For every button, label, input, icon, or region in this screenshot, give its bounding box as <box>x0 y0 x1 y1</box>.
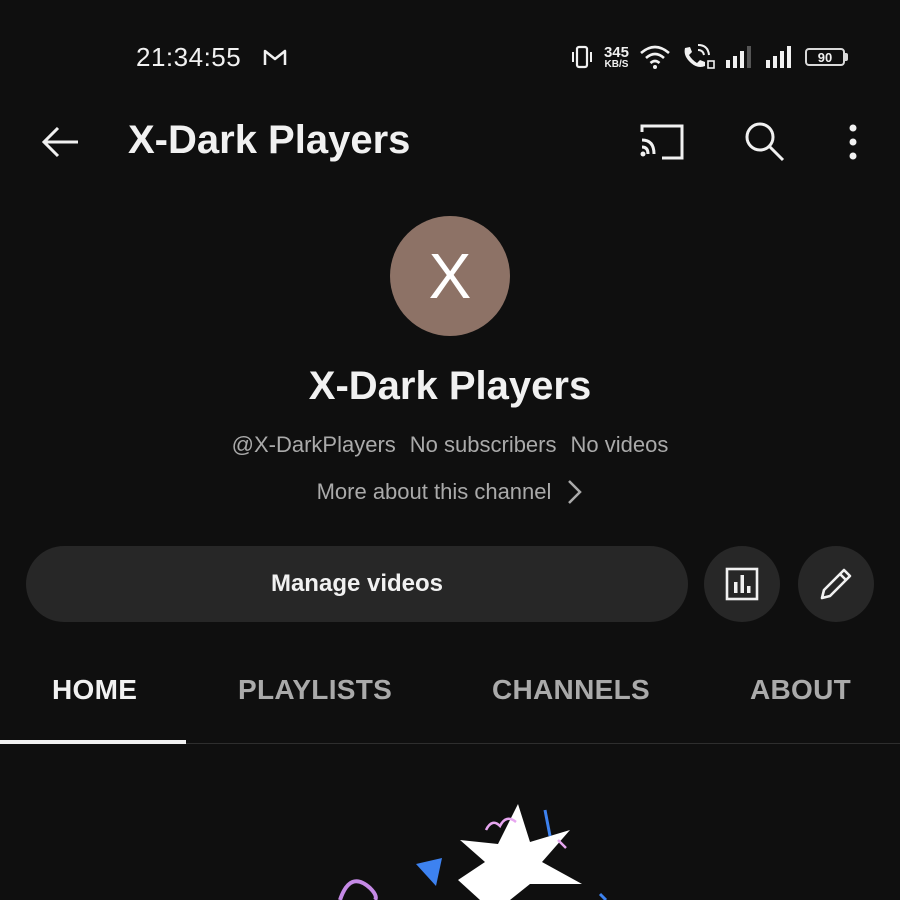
signal-icon <box>766 46 791 68</box>
video-count: No videos <box>570 432 669 457</box>
more-about-link[interactable]: More about this channel <box>0 478 900 506</box>
more-about-label: More about this channel <box>316 479 552 504</box>
gmail-icon <box>263 49 287 65</box>
wifi-calling-icon <box>684 44 715 69</box>
channel-handle: @X-DarkPlayers <box>231 432 396 457</box>
analytics-button[interactable] <box>704 546 780 622</box>
search-icon[interactable] <box>740 117 788 165</box>
tab-home[interactable]: HOME <box>52 674 137 706</box>
channel-tabs: HOME PLAYLISTS CHANNELS ABOUT <box>0 650 900 744</box>
vibrate-icon <box>571 45 592 69</box>
signal-icon <box>726 46 751 68</box>
cast-icon[interactable] <box>638 120 686 164</box>
manage-videos-button[interactable]: Manage videos <box>26 546 688 622</box>
subscriber-count: No subscribers <box>409 432 557 457</box>
net-speed: 345 KB/S <box>604 45 629 70</box>
edit-pencil-icon <box>820 568 852 600</box>
active-tab-indicator <box>0 740 186 744</box>
tab-about[interactable]: ABOUT <box>750 674 851 706</box>
chevron-right-icon <box>568 480 583 504</box>
avatar-letter: X <box>428 240 472 312</box>
wifi-icon <box>640 45 670 69</box>
net-speed-value: 345 <box>603 43 629 61</box>
status-time: 21:34:55 <box>136 42 242 72</box>
status-icons: 345 KB/S 90 <box>570 40 848 74</box>
tab-channels[interactable]: CHANNELS <box>492 674 650 706</box>
edit-channel-button[interactable] <box>798 546 874 622</box>
back-arrow-icon[interactable] <box>36 118 84 166</box>
tab-playlists[interactable]: PLAYLISTS <box>238 674 392 706</box>
page-title: X-Dark Players <box>128 118 411 162</box>
battery-indicator: 90 <box>805 48 848 66</box>
more-vert-icon[interactable] <box>836 120 870 164</box>
empty-state-illustration <box>338 804 608 900</box>
battery-level: 90 <box>817 49 833 65</box>
avatar[interactable]: X <box>390 216 510 336</box>
analytics-icon <box>725 567 759 601</box>
net-speed-unit: KB/S <box>604 58 629 70</box>
channel-meta: @X-DarkPlayers No subscribers No videos <box>0 432 900 458</box>
channel-name: X-Dark Players <box>308 364 592 408</box>
